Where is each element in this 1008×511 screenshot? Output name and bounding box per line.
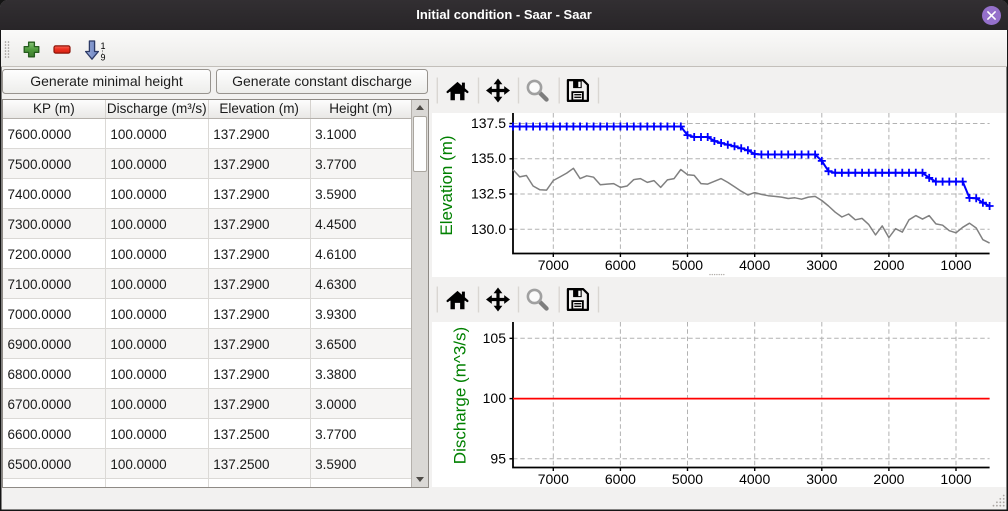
svg-text:4000: 4000	[739, 471, 770, 487]
svg-text:100: 100	[483, 390, 507, 406]
svg-text:7000: 7000	[538, 471, 569, 487]
svg-text:1000: 1000	[940, 257, 971, 273]
svg-text:1000: 1000	[940, 471, 971, 487]
svg-text:2000: 2000	[873, 257, 904, 273]
svg-text:2000: 2000	[873, 471, 904, 487]
svg-text:6000: 6000	[605, 257, 636, 273]
svg-text:135.0: 135.0	[471, 150, 506, 166]
svg-text:6000: 6000	[605, 471, 636, 487]
svg-text:Elevation (m): Elevation (m)	[437, 135, 456, 235]
svg-text:3000: 3000	[806, 257, 837, 273]
svg-text:1: 1	[101, 41, 106, 51]
svg-text:Discharge (m^3/s): Discharge (m^3/s)	[451, 327, 470, 464]
svg-text:137.5: 137.5	[471, 115, 506, 131]
svg-text:3000: 3000	[806, 471, 837, 487]
svg-text:5000: 5000	[672, 257, 703, 273]
svg-text:7000: 7000	[538, 257, 569, 273]
svg-text:95: 95	[490, 450, 506, 466]
svg-text:132.5: 132.5	[471, 186, 506, 202]
svg-text:105: 105	[483, 330, 507, 346]
svg-text:5000: 5000	[672, 471, 703, 487]
svg-text:9: 9	[101, 53, 106, 63]
svg-text:4000: 4000	[739, 257, 770, 273]
svg-text:130.0: 130.0	[471, 221, 506, 237]
